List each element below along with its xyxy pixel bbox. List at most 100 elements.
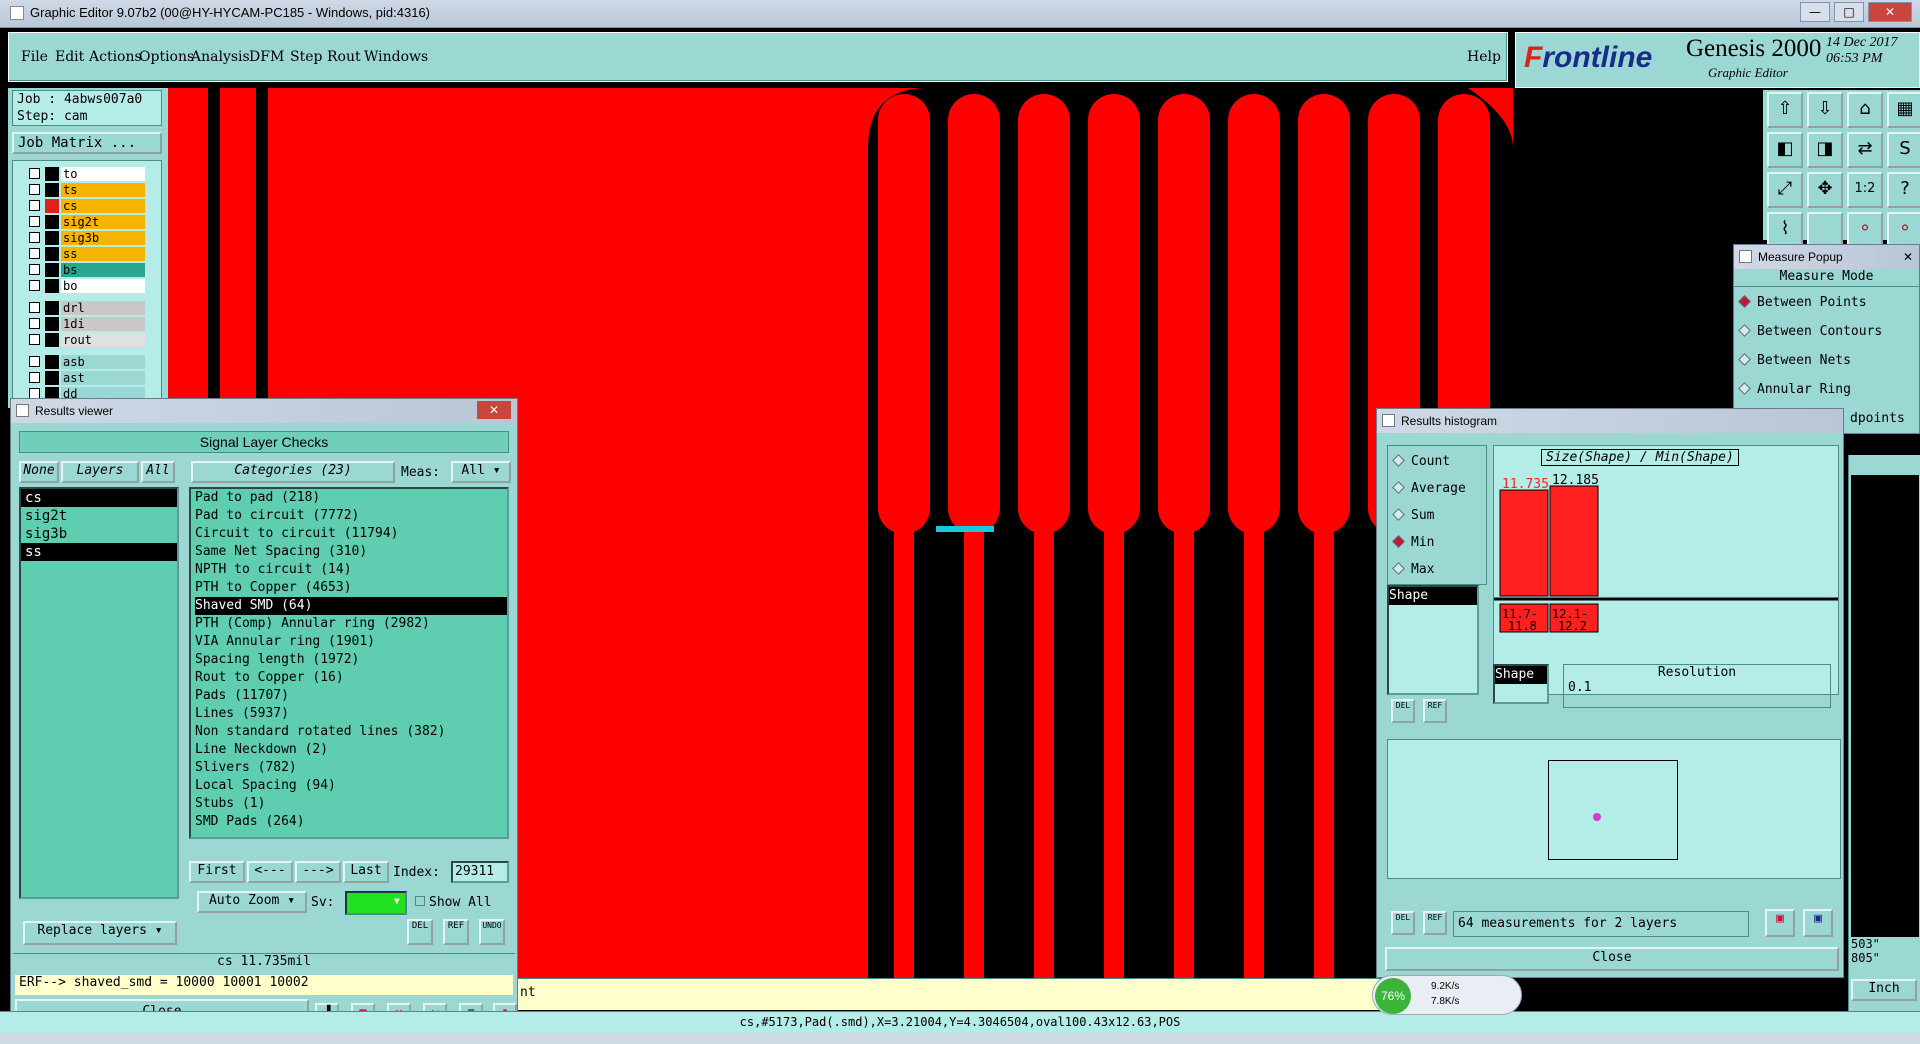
tab-all[interactable]: All [141, 461, 175, 483]
measure-icon[interactable]: ⌇ [1767, 212, 1803, 248]
category-item[interactable]: PTH (Comp) Annular ring (2982) [195, 615, 507, 633]
menu-options[interactable]: Options [139, 49, 194, 65]
mode-count[interactable]: Count [1392, 454, 1450, 469]
category-item[interactable]: Local Spacing (94) [195, 777, 507, 795]
category-item[interactable]: Same Net Spacing (310) [195, 543, 507, 561]
category-item[interactable]: Shaved SMD (64) [195, 597, 507, 615]
category-item[interactable]: Rout to Copper (16) [195, 669, 507, 687]
layer-row-drl[interactable]: drl [29, 301, 147, 315]
index-input[interactable]: 29311 [451, 861, 509, 883]
category-item[interactable]: Pad to circuit (7772) [195, 507, 507, 525]
minimize-button[interactable]: — [1800, 2, 1830, 22]
category-item[interactable]: Pads (11707) [195, 687, 507, 705]
pan-left-icon[interactable]: ◧ [1767, 132, 1803, 168]
tab-layers[interactable]: Layers [61, 461, 139, 483]
mode-max[interactable]: Max [1392, 562, 1434, 577]
close-window-button[interactable]: ✕ [1868, 2, 1912, 22]
zoom-down-icon[interactable]: ⇩ [1807, 92, 1843, 128]
layer-row-1di[interactable]: 1di [29, 317, 147, 331]
histogram-close-button[interactable]: Close [1385, 947, 1839, 971]
net2-icon[interactable]: ⚬ [1887, 212, 1920, 248]
mode-annular-ring[interactable]: Annular Ring [1738, 382, 1851, 397]
menu-windows[interactable]: Windows [364, 49, 428, 65]
close-icon[interactable]: ✕ [1903, 245, 1913, 269]
category-item[interactable]: VIA Annular ring (1901) [195, 633, 507, 651]
category-item[interactable]: Line Neckdown (2) [195, 741, 507, 759]
mirror-icon[interactable]: ⇄ [1847, 132, 1883, 168]
home-icon[interactable]: ⌂ [1847, 92, 1883, 128]
job-matrix-button[interactable]: Job Matrix ... [12, 132, 162, 154]
category-item[interactable]: Lines (5937) [195, 705, 507, 723]
result-layer-item[interactable]: ss [21, 543, 177, 561]
layer-checkbox[interactable] [29, 356, 40, 367]
ref-button[interactable]: REF [443, 919, 469, 945]
menu-analysis[interactable]: Analysis [191, 49, 250, 65]
mode-sum[interactable]: Sum [1392, 508, 1434, 523]
menu-edit[interactable]: Edit [55, 49, 84, 65]
replace-layers-select[interactable]: Replace layers ▾ [23, 921, 177, 945]
del-button[interactable]: DEL [407, 919, 433, 945]
next-button[interactable]: ---> [295, 861, 341, 883]
net-icon[interactable]: ⚬ [1847, 212, 1883, 248]
mode-between-contours[interactable]: Between Contours [1738, 324, 1882, 339]
layer-row-cs[interactable]: cs [29, 199, 147, 213]
layer-checkbox[interactable] [29, 216, 40, 227]
categories-button[interactable]: Categories (23) [191, 461, 395, 483]
menu-step[interactable]: Step [290, 49, 322, 65]
menu-help[interactable]: Help [1467, 49, 1501, 65]
mode-between-points[interactable]: Between Points [1738, 295, 1867, 310]
layer-row-to[interactable]: to [29, 167, 147, 181]
shape-list[interactable]: Shape [1387, 585, 1479, 695]
unit-inch-button[interactable]: Inch [1851, 979, 1917, 1001]
category-item[interactable]: Slivers (782) [195, 759, 507, 777]
layer-checkbox[interactable] [29, 280, 40, 291]
layer-checkbox[interactable] [29, 372, 40, 383]
layer-row-bo[interactable]: bo [29, 279, 147, 293]
layer-checkbox[interactable] [29, 334, 40, 345]
mode-partial[interactable]: dpoints [1850, 411, 1905, 426]
layer-checkbox[interactable] [29, 200, 40, 211]
category-item[interactable]: Spacing length (1972) [195, 651, 507, 669]
layer-row-ss[interactable]: ss [29, 247, 147, 261]
layer-checkbox[interactable] [29, 248, 40, 259]
pan-right-icon[interactable]: ◨ [1807, 132, 1843, 168]
hist-del-button[interactable]: DEL [1391, 699, 1415, 723]
menu-actions[interactable]: Actions [89, 49, 142, 65]
hist-ref-button[interactable]: REF [1423, 699, 1447, 723]
layer-checkbox[interactable] [29, 168, 40, 179]
grid-icon[interactable]: ▦ [1887, 92, 1920, 128]
category-item[interactable]: Stubs (1) [195, 795, 507, 813]
category-item[interactable]: Non standard rotated lines (382) [195, 723, 507, 741]
result-layer-item[interactable]: cs [21, 489, 177, 507]
mode-average[interactable]: Average [1392, 481, 1466, 496]
help-icon[interactable]: ? [1887, 172, 1920, 208]
category-item[interactable]: NPTH to circuit (14) [195, 561, 507, 579]
tab-none[interactable]: None [19, 461, 59, 483]
preview-ref-button[interactable]: REF [1423, 911, 1447, 935]
category-item[interactable]: SMD Pads (264) [195, 813, 507, 831]
category-list[interactable]: Pad to pad (218) Pad to circuit (7772) Cir… [189, 487, 509, 839]
result-layer-item[interactable]: sig2t [21, 507, 177, 525]
export-image-icon[interactable]: ▣ [1765, 909, 1795, 937]
res-shape-list[interactable]: Shape [1493, 664, 1549, 704]
blank-icon[interactable] [1807, 212, 1843, 248]
maximize-button[interactable]: □ [1834, 2, 1864, 22]
sv-color-select[interactable]: ▾ [345, 891, 407, 915]
category-item[interactable]: PTH to Copper (4653) [195, 579, 507, 597]
menu-dfm[interactable]: DFM [249, 49, 284, 65]
meas-select[interactable]: All ▾ [451, 461, 511, 483]
mode-min[interactable]: Min [1392, 535, 1434, 550]
zoom-select[interactable]: Auto Zoom ▾ [197, 891, 307, 913]
first-button[interactable]: First [189, 861, 245, 883]
center-icon[interactable]: ✥ [1807, 172, 1843, 208]
result-layer-item[interactable]: sig3b [21, 525, 177, 543]
undo-button[interactable]: UNDO [479, 919, 505, 945]
layer-row-bs[interactable]: bs [29, 263, 147, 277]
last-button[interactable]: Last [343, 861, 389, 883]
menu-rout[interactable]: Rout [327, 49, 361, 65]
layer-results-list[interactable]: cs sig2t sig3b ss [19, 487, 179, 899]
layer-row-asb[interactable]: asb [29, 355, 147, 369]
layer-row-ast[interactable]: ast [29, 371, 147, 385]
print-icon[interactable]: ▣ [1803, 909, 1833, 937]
category-item[interactable]: Pad to pad (218) [195, 489, 507, 507]
